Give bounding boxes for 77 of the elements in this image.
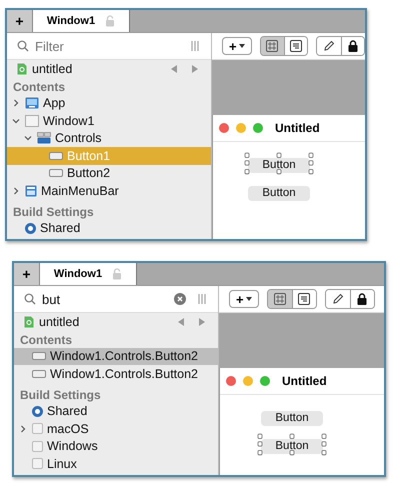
- project-name: untitled: [39, 314, 80, 329]
- radio-option[interactable]: Shared: [7, 220, 211, 237]
- document-icon: [24, 316, 34, 328]
- radio-button[interactable]: [32, 406, 43, 417]
- preview-button[interactable]: Button: [248, 158, 310, 172]
- lock-button[interactable]: [340, 37, 364, 55]
- columns-button[interactable]: [187, 33, 211, 59]
- clear-icon[interactable]: [174, 293, 186, 305]
- grid-view-button[interactable]: [268, 290, 292, 308]
- radio-button[interactable]: [25, 222, 36, 234]
- grid-icon: [266, 40, 278, 52]
- window-controls-icon: [219, 123, 263, 133]
- grid-view-button[interactable]: [260, 37, 284, 55]
- section-heading: Contents: [12, 78, 66, 94]
- lock-icon: [357, 293, 368, 305]
- window-title: Untitled: [282, 374, 327, 388]
- list-icon: [290, 40, 302, 52]
- window-tab[interactable]: Window1: [40, 263, 137, 285]
- lock-button[interactable]: [350, 290, 374, 308]
- columns-button[interactable]: [194, 286, 218, 312]
- back-arrow-icon[interactable]: [170, 64, 178, 73]
- filter-field[interactable]: but: [14, 286, 194, 312]
- project-name: untitled: [32, 62, 74, 76]
- tree-item[interactable]: MainMenuBar: [7, 182, 211, 200]
- add-menu-button[interactable]: +: [222, 37, 252, 55]
- controls-icon: [37, 132, 51, 144]
- chevron-right-icon[interactable]: [11, 186, 21, 196]
- tree-item[interactable]: Button2: [7, 164, 211, 182]
- tree-item[interactable]: Window1.Controls.Button2: [14, 365, 218, 382]
- document-icon: [17, 62, 27, 75]
- section-heading: Build Settings: [19, 386, 102, 402]
- add-tab-button[interactable]: +: [14, 263, 40, 285]
- pencil-icon: [332, 293, 344, 305]
- columns-icon[interactable]: [198, 294, 206, 304]
- window-tab[interactable]: Window1: [33, 10, 130, 32]
- grid-icon: [274, 293, 286, 305]
- chevron-right-icon[interactable]: [18, 424, 28, 434]
- list-view-button[interactable]: [284, 37, 308, 55]
- button-icon: [49, 168, 63, 178]
- checkbox[interactable]: [32, 458, 43, 470]
- preview-button[interactable]: Button: [248, 186, 310, 200]
- checkbox-option[interactable]: Linux: [14, 455, 218, 472]
- window-icon: [25, 114, 39, 127]
- list-icon: [298, 293, 310, 305]
- tree-item[interactable]: App: [7, 94, 211, 112]
- filter-field[interactable]: Filter: [7, 33, 187, 59]
- forward-arrow-icon[interactable]: [198, 318, 206, 326]
- section-heading: Contents: [19, 332, 73, 348]
- tree-item[interactable]: Controls: [7, 130, 211, 147]
- tree-item[interactable]: Window1: [7, 112, 211, 130]
- lock-icon: [348, 40, 358, 52]
- monitor-icon: [25, 97, 39, 110]
- add-tab-button[interactable]: +: [7, 10, 33, 32]
- preview-button[interactable]: Button: [261, 410, 323, 426]
- caret-icon: [246, 297, 252, 301]
- window-title: Untitled: [275, 121, 320, 135]
- pencil-icon: [322, 40, 335, 52]
- forward-arrow-icon[interactable]: [191, 64, 199, 73]
- section-heading: Build Settings: [12, 204, 95, 220]
- list-view-button[interactable]: [292, 290, 316, 308]
- back-arrow-icon[interactable]: [177, 318, 185, 326]
- radio-option[interactable]: Shared: [14, 402, 218, 420]
- window-controls-icon: [226, 376, 270, 386]
- button-icon: [32, 368, 46, 379]
- checkbox-option[interactable]: Windows: [14, 438, 218, 455]
- preview-button[interactable]: Button: [261, 438, 323, 454]
- tree-item[interactable]: Window1.Controls.Button2: [14, 348, 218, 365]
- button-icon: [49, 150, 63, 161]
- checkbox[interactable]: [32, 423, 43, 434]
- button-icon: [32, 351, 46, 362]
- checkbox-option[interactable]: macOS: [14, 420, 218, 438]
- caret-icon: [238, 44, 245, 48]
- chevron-right-icon[interactable]: [11, 98, 21, 108]
- add-menu-button[interactable]: +: [229, 290, 259, 308]
- checkbox[interactable]: [32, 440, 43, 452]
- menubar-icon: [25, 184, 37, 197]
- columns-icon[interactable]: [191, 41, 199, 51]
